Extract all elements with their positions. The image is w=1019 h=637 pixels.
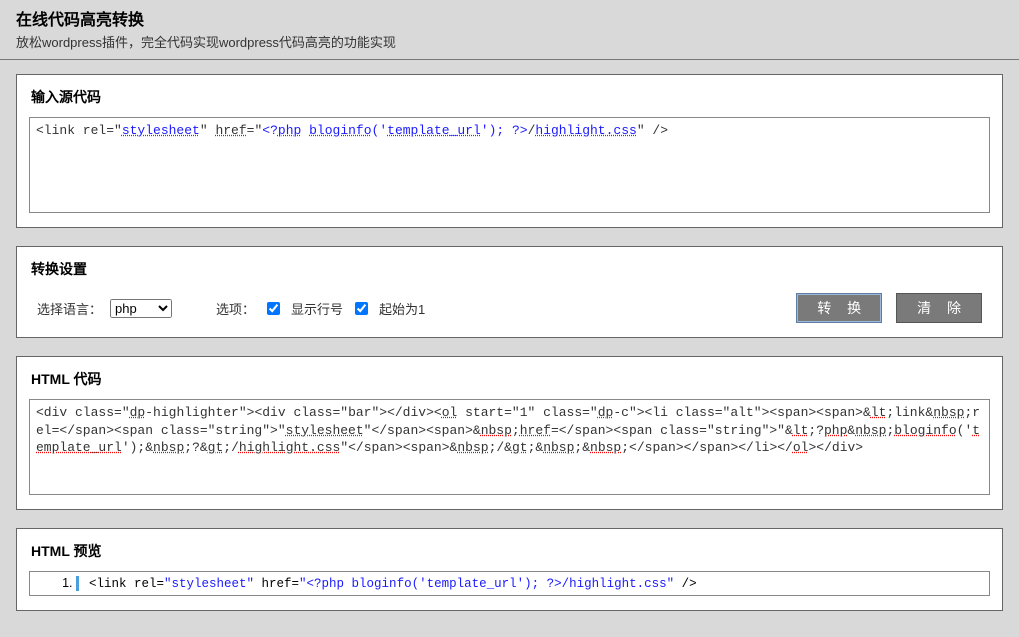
start-at-one-label: 起始为1 <box>379 299 425 318</box>
clear-button[interactable]: 清 除 <box>896 293 982 323</box>
page-title: 在线代码高亮转换 <box>0 0 1019 32</box>
input-source-panel: 输入源代码 <link rel="stylesheet" href="<?php… <box>16 74 1003 228</box>
settings-panel: 转换设置 选择语言： php 选项： 显示行号 起始为1 转 换 清 除 <box>16 246 1003 338</box>
html-preview-panel: HTML 预览 <link rel="stylesheet" href="<?p… <box>16 528 1003 611</box>
html-output-box[interactable]: <div class="dp-highlighter"><div class="… <box>29 399 990 495</box>
settings-title: 转换设置 <box>31 259 990 279</box>
html-output-panel: HTML 代码 <div class="dp-highlighter"><div… <box>16 356 1003 510</box>
source-code-input[interactable]: <link rel="stylesheet" href="<?php blogi… <box>29 117 990 213</box>
preview-list: <link rel="stylesheet" href="<?php blogi… <box>30 572 989 595</box>
input-source-title: 输入源代码 <box>31 87 990 107</box>
preview-line: <link rel="stylesheet" href="<?php blogi… <box>76 576 985 591</box>
html-preview-title: HTML 预览 <box>31 541 990 561</box>
show-lineno-label: 显示行号 <box>291 299 343 318</box>
options-label: 选项： <box>216 299 255 318</box>
page-subtitle: 放松wordpress插件，完全代码实现wordpress代码高亮的功能实现 <box>0 32 1019 59</box>
header-divider <box>0 59 1019 60</box>
start-at-one-checkbox[interactable] <box>355 302 368 315</box>
show-lineno-checkbox[interactable] <box>267 302 280 315</box>
html-output-title: HTML 代码 <box>31 369 990 389</box>
convert-button[interactable]: 转 换 <box>796 293 882 323</box>
language-select[interactable]: php <box>110 299 172 318</box>
html-preview-box: <link rel="stylesheet" href="<?php blogi… <box>29 571 990 596</box>
language-label: 选择语言： <box>37 299 102 318</box>
